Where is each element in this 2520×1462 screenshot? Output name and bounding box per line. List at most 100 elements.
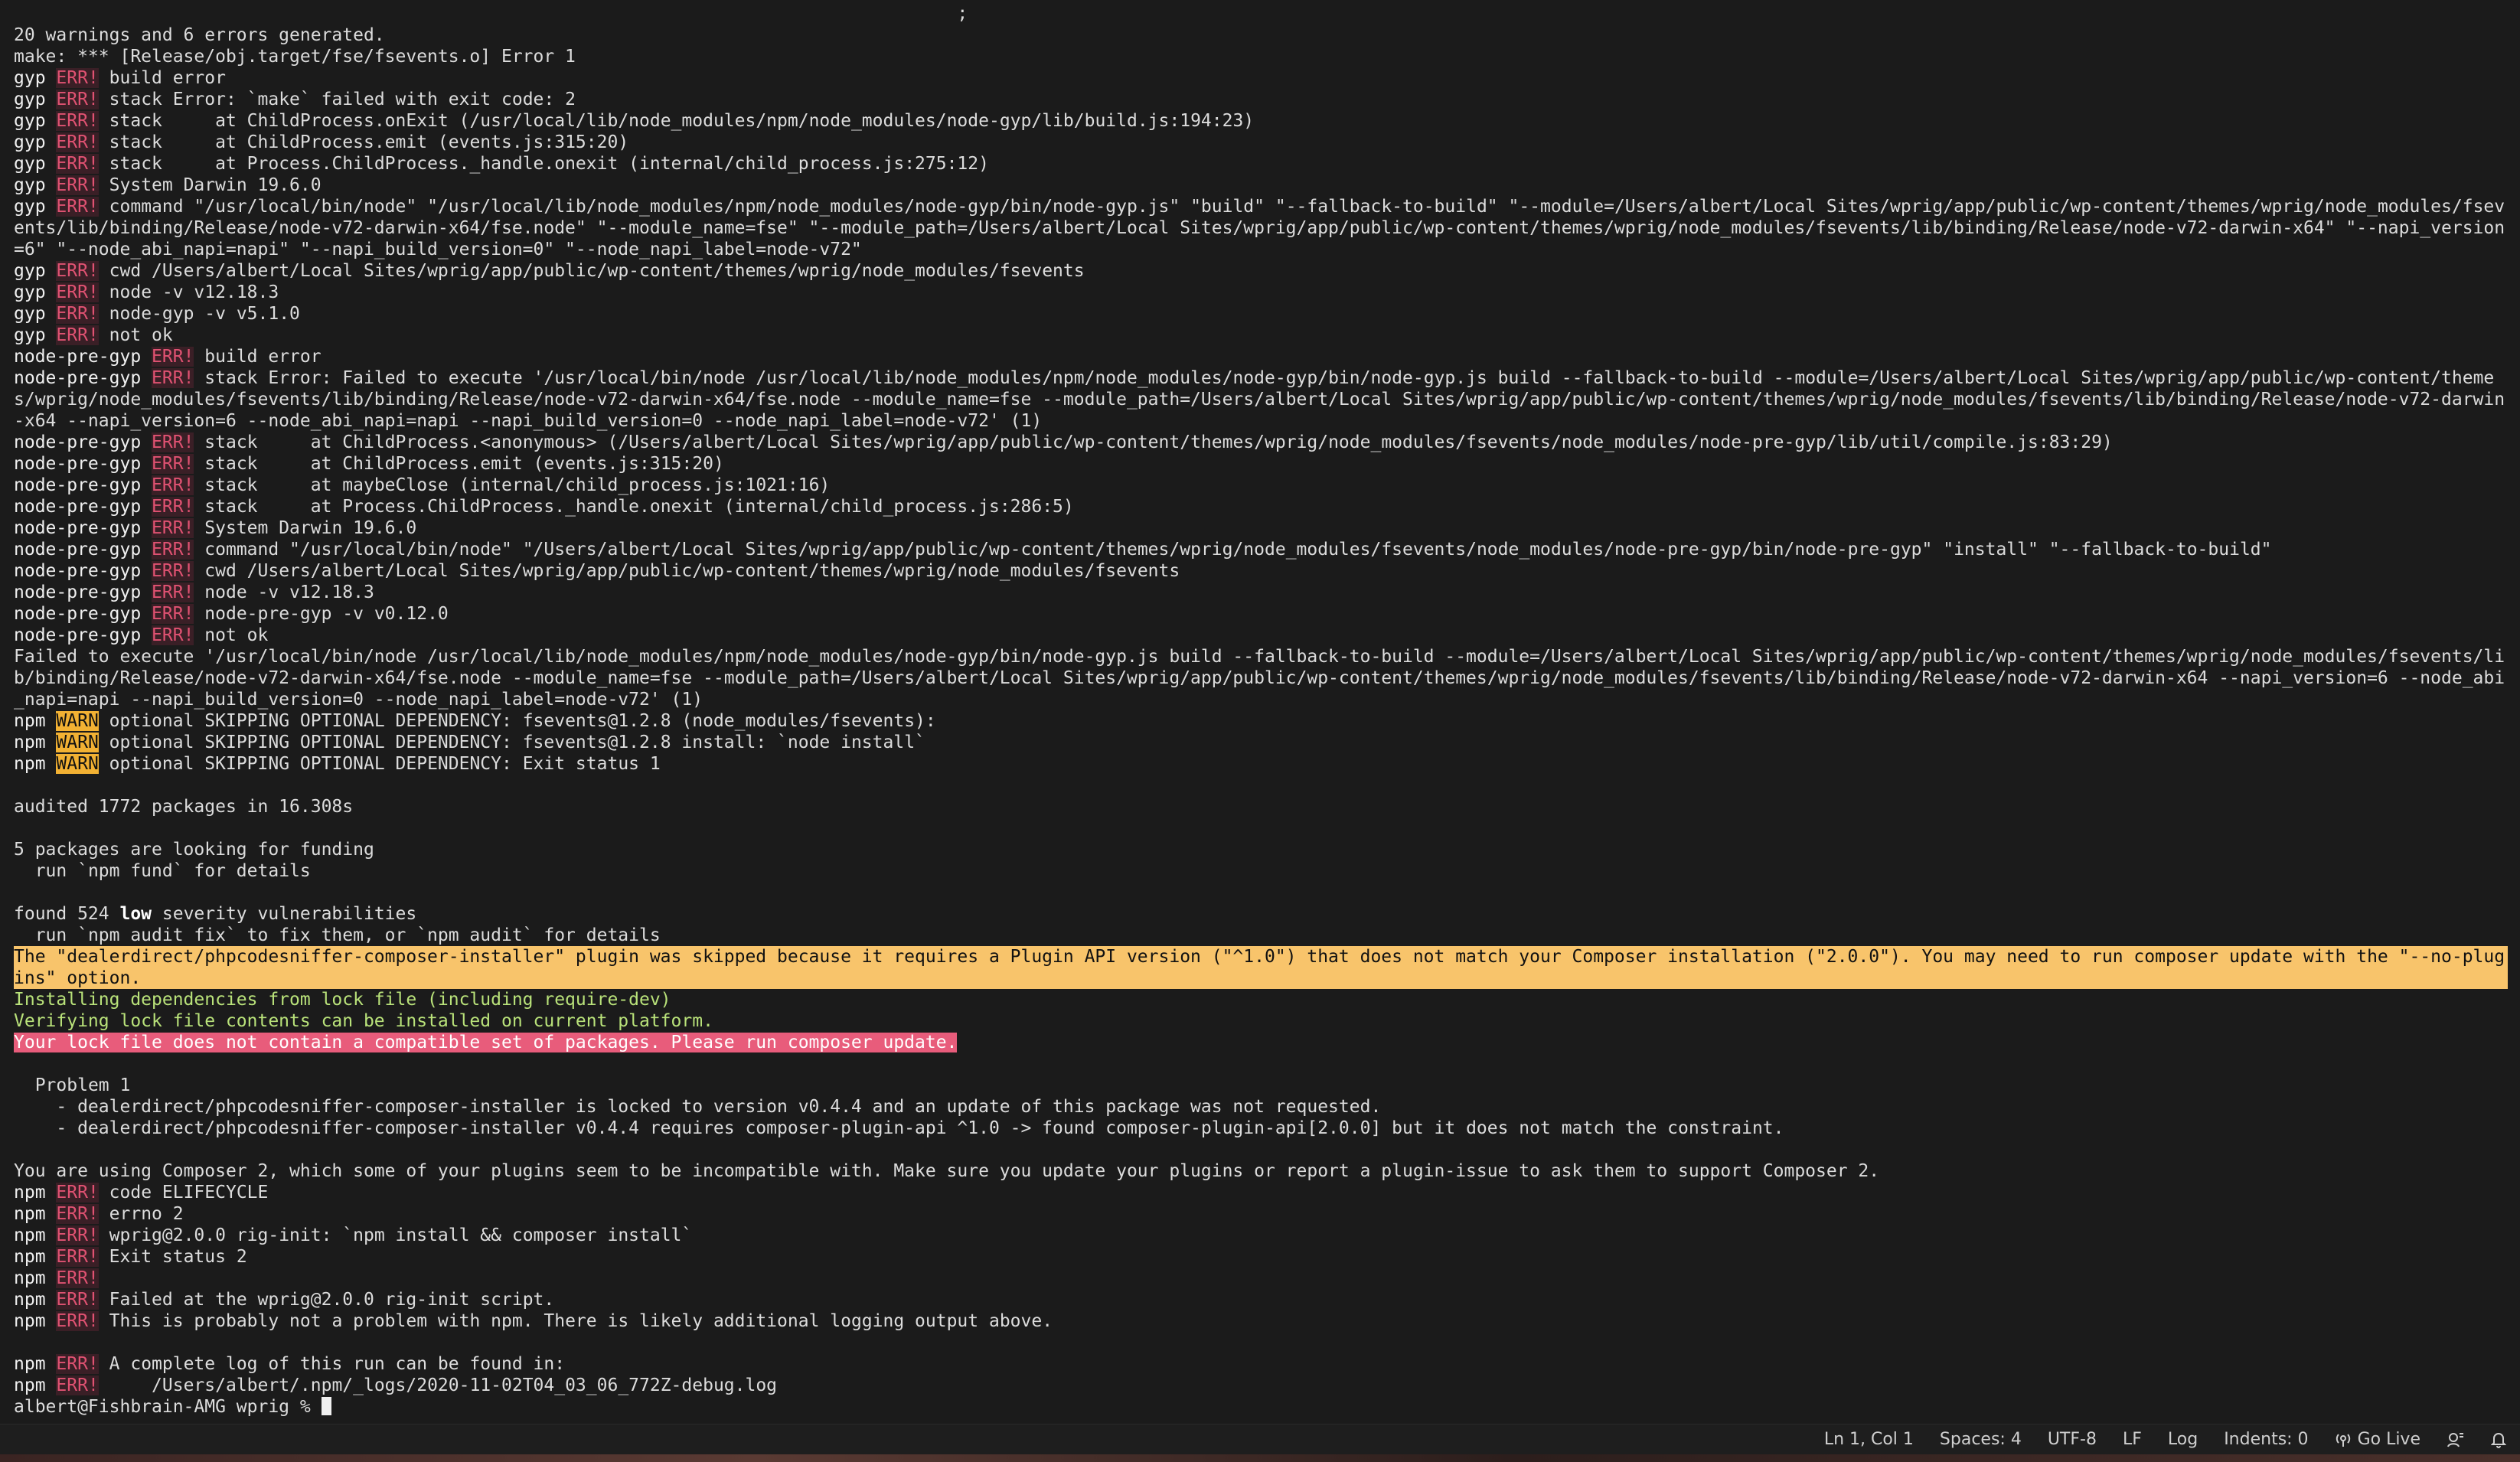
notifications-button[interactable] [2491, 1431, 2506, 1448]
err-tag: ERR! [56, 197, 99, 217]
language-mode-label: Log [2167, 1430, 2198, 1449]
log-text: System Darwin 19.6.0 [204, 518, 417, 538]
terminal-line: npm ERR! This is probably not a problem … [14, 1310, 2508, 1332]
line-ending[interactable]: LF [2123, 1430, 2142, 1449]
err-tag: ERR! [56, 1268, 99, 1288]
log-text: not ok [109, 325, 173, 345]
composer-error-text: Your lock file does not contain a compat… [14, 1033, 958, 1052]
err-tag: ERR! [56, 1376, 99, 1395]
log-text: System Darwin 19.6.0 [109, 175, 322, 195]
log-text: command "/usr/local/bin/node" "/Users/al… [204, 540, 2272, 560]
language-mode[interactable]: Log [2168, 1430, 2198, 1449]
log-prefix: node-pre-gyp [14, 432, 142, 452]
file-encoding-label: UTF-8 [2047, 1430, 2097, 1449]
terminal-output[interactable]: ; 20 warnings and 6 errors generated. make… [0, 0, 2520, 1424]
log-text: optional SKIPPING OPTIONAL DEPENDENCY: E… [109, 754, 661, 774]
err-tag: ERR! [152, 540, 194, 560]
log-text: errno 2 [109, 1204, 184, 1224]
go-live-button[interactable]: Go Live [2335, 1430, 2420, 1449]
log-text: stack at ChildProcess.<anonymous> (/User… [204, 432, 2113, 452]
terminal-line: npm ERR! A complete log of this run can … [14, 1353, 2508, 1375]
desktop-background-strip [0, 1454, 2520, 1462]
terminal-line: audited 1772 packages in 16.308s [14, 796, 2508, 817]
log-text: - dealerdirect/phpcodesniffer-composer-i… [14, 1118, 1784, 1138]
bell-icon [2491, 1431, 2506, 1448]
err-tag: ERR! [152, 625, 194, 645]
terminal-line: node-pre-gyp ERR! stack Error: Failed to… [14, 367, 2508, 432]
err-tag: ERR! [152, 497, 194, 517]
terminal-line: node-pre-gyp ERR! stack at Process.Child… [14, 496, 2508, 517]
log-text: build error [109, 68, 226, 88]
terminal-line: node-pre-gyp ERR! command "/usr/local/bi… [14, 539, 2508, 560]
indents-info[interactable]: Indents: 0 [2224, 1430, 2308, 1449]
log-prefix: node-pre-gyp [14, 368, 142, 388]
log-text: stack at Process.ChildProcess._handle.on… [204, 497, 1074, 517]
log-text: found 524 [14, 904, 120, 924]
log-text: stack at maybeClose (internal/child_proc… [204, 475, 831, 495]
log-prefix: gyp [14, 111, 46, 131]
indentation-spaces[interactable]: Spaces: 4 [1940, 1430, 2022, 1449]
terminal-line: npm ERR! code ELIFECYCLE [14, 1182, 2508, 1203]
log-prefix: npm [14, 1183, 46, 1203]
log-text: node -v v12.18.3 [109, 282, 279, 302]
terminal-line: gyp ERR! build error [14, 67, 2508, 89]
cursor-position[interactable]: Ln 1, Col 1 [1824, 1430, 1914, 1449]
terminal-line: node-pre-gyp ERR! stack at ChildProcess.… [14, 432, 2508, 453]
log-prefix: node-pre-gyp [14, 625, 142, 645]
log-text: run `npm audit fix` to fix them, or `npm… [14, 925, 661, 945]
err-tag: ERR! [152, 518, 194, 538]
log-prefix: node-pre-gyp [14, 518, 142, 538]
log-text: A complete log of this run can be found … [109, 1354, 566, 1374]
log-prefix: node-pre-gyp [14, 475, 142, 495]
log-prefix: gyp [14, 197, 46, 217]
log-prefix: npm [14, 733, 46, 752]
log-prefix: gyp [14, 261, 46, 281]
log-text: This is probably not a problem with npm.… [109, 1311, 1053, 1331]
err-tag: ERR! [152, 347, 194, 367]
feedback-button[interactable] [2447, 1431, 2465, 1448]
composer-info-text: Installing dependencies from lock file (… [14, 990, 671, 1010]
log-text: run `npm fund` for details [14, 861, 311, 881]
err-tag: ERR! [152, 432, 194, 452]
err-tag: ERR! [56, 325, 99, 345]
terminal-line: gyp ERR! stack Error: `make` failed with… [14, 89, 2508, 110]
log-text: stack at ChildProcess.onExit (/usr/local… [109, 111, 1255, 131]
log-text: - dealerdirect/phpcodesniffer-composer-i… [14, 1097, 1382, 1117]
log-prefix: npm [14, 1290, 46, 1310]
terminal-line: run `npm audit fix` to fix them, or `npm… [14, 925, 2508, 946]
err-tag: ERR! [56, 1247, 99, 1267]
terminal-line: Problem 1 [14, 1075, 2508, 1096]
terminal-line: npm ERR! Exit status 2 [14, 1246, 2508, 1268]
log-prefix: gyp [14, 154, 46, 174]
terminal-line: 20 warnings and 6 errors generated. [14, 24, 2508, 46]
go-live-label: Go Live [2357, 1430, 2420, 1449]
err-tag: ERR! [56, 1204, 99, 1224]
feedback-icon [2447, 1431, 2465, 1448]
cursor-position-label: Ln 1, Col 1 [1823, 1430, 1914, 1449]
err-tag: ERR! [56, 1225, 99, 1245]
terminal-line: npm WARN optional SKIPPING OPTIONAL DEPE… [14, 732, 2508, 753]
file-encoding[interactable]: UTF-8 [2048, 1430, 2097, 1449]
err-tag: ERR! [56, 1183, 99, 1203]
log-text: stack at ChildProcess.emit (events.js:31… [109, 132, 629, 152]
terminal-line: ; [14, 3, 2508, 24]
terminal-line: make: *** [Release/obj.target/fse/fseven… [14, 46, 2508, 67]
err-tag: ERR! [152, 368, 194, 388]
log-text: node -v v12.18.3 [204, 583, 374, 602]
err-tag: ERR! [56, 154, 99, 174]
line-ending-label: LF [2122, 1430, 2142, 1449]
err-tag: ERR! [56, 304, 99, 324]
terminal-line: The "dealerdirect/phpcodesniffer-compose… [14, 946, 2508, 989]
terminal-line: gyp ERR! command "/usr/local/bin/node" "… [14, 196, 2508, 260]
err-tag: ERR! [152, 454, 194, 474]
log-prefix: npm [14, 1204, 46, 1224]
shell-prompt-line[interactable]: albert@Fishbrain-AMG wprig % [14, 1396, 2508, 1418]
err-tag: ERR! [56, 1290, 99, 1310]
terminal-line: run `npm fund` for details [14, 860, 2508, 882]
indents-info-label: Indents: 0 [2224, 1430, 2309, 1449]
composer-warning-text: The "dealerdirect/phpcodesniffer-compose… [14, 947, 2505, 988]
terminal-line: node-pre-gyp ERR! cwd /Users/albert/Loca… [14, 560, 2508, 582]
